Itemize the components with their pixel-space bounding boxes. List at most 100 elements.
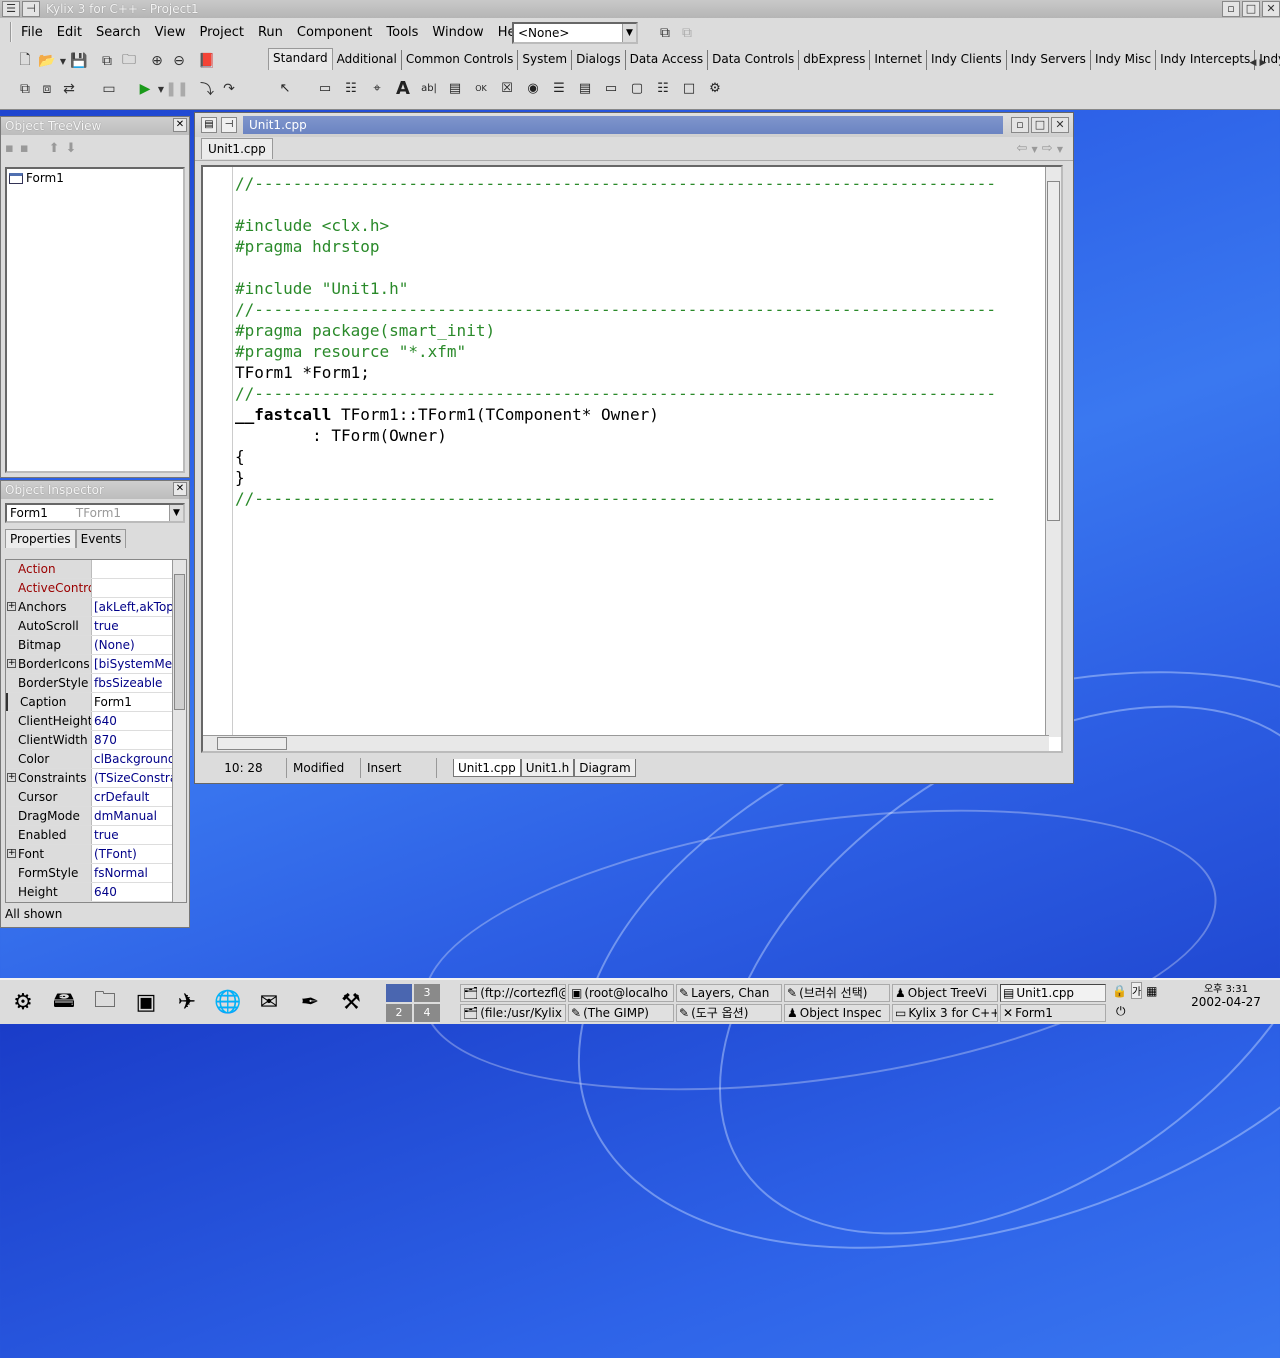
pause-icon[interactable]: ❚❚ (165, 78, 188, 100)
ide-titlebar[interactable]: ☰ ⊣ Kylix 3 for C++ - Project1 ▫ □ ✕ (0, 0, 1280, 18)
task-button[interactable]: ▤ Unit1.cpp (1000, 984, 1106, 1002)
label-icon[interactable]: A (390, 77, 416, 99)
expand-icon[interactable]: + (7, 849, 16, 858)
pager-desktop-3[interactable]: 3 (414, 984, 440, 1002)
code-line[interactable]: #pragma hdrstop (235, 236, 996, 257)
property-row[interactable]: DragMode dmManual (6, 807, 186, 826)
task-button[interactable]: ✕ Form1 (1000, 1004, 1106, 1022)
step-over-icon[interactable]: ↷ (218, 78, 240, 100)
tab-unit1-h[interactable]: Unit1.h (520, 759, 575, 777)
settings-icon[interactable]: ⚒ (334, 984, 368, 1020)
code-horizontal-scrollbar[interactable] (203, 735, 1049, 751)
browser-icon[interactable]: 🌐 (211, 984, 245, 1020)
pointer-icon[interactable]: ↖ (272, 77, 298, 99)
lock-icon[interactable]: 🔒 (1112, 984, 1127, 998)
task-button[interactable]: ▣ (root@localho (568, 984, 674, 1002)
pager-desktop-4[interactable]: 4 (414, 1004, 440, 1022)
menu-tools[interactable]: Tools (379, 25, 425, 40)
popupmenu-icon[interactable]: ⌖ (364, 77, 390, 99)
pager-desktop-1[interactable] (386, 984, 412, 1002)
expand-icon[interactable]: + (7, 659, 16, 668)
back-icon[interactable]: ⇦ (1016, 141, 1027, 156)
property-row[interactable]: + Anchors [akLeft,akTop] (6, 598, 186, 617)
code-line[interactable]: __fastcall TForm1::TForm1(TComponent* Ow… (235, 404, 996, 425)
code-line[interactable]: : TForm(Owner) (235, 425, 996, 446)
toggle-form-unit-icon[interactable]: ⇄ (58, 78, 80, 100)
menu-project[interactable]: Project (192, 25, 250, 40)
maximize-button[interactable]: □ (1031, 117, 1049, 133)
treeview-titlebar[interactable]: Object TreeView ✕ (1, 117, 189, 135)
code-line[interactable] (235, 257, 996, 278)
checkbox-icon[interactable]: ☒ (494, 77, 520, 99)
scroll-left-icon[interactable]: ◀ (1248, 52, 1258, 74)
code-line[interactable]: //--------------------------------------… (235, 173, 996, 194)
window-menu-icon[interactable]: ☰ (2, 1, 20, 17)
menu-component[interactable]: Component (290, 25, 379, 40)
desktop-config-combo[interactable]: <None> ▼ (512, 22, 638, 44)
palette-tab-indy-servers[interactable]: Indy Servers (1007, 50, 1091, 70)
palette-tab-indy-clients[interactable]: Indy Clients (927, 50, 1007, 70)
move-down-icon[interactable]: ⬇ (66, 141, 77, 156)
view-form-icon[interactable]: ⧈ (36, 78, 58, 100)
property-row[interactable]: Color clBackground (6, 750, 186, 769)
property-row[interactable]: BorderStyle fbsSizeable (6, 674, 186, 693)
menu-run[interactable]: Run (251, 25, 290, 40)
desktop-icon[interactable]: 🖴 (47, 984, 81, 1020)
minimize-button[interactable]: ▫ (1222, 1, 1240, 17)
close-button[interactable]: ✕ (1262, 1, 1280, 17)
task-button[interactable]: ♟ Object TreeVi (892, 984, 998, 1002)
task-button[interactable]: ✎ Layers, Chan (676, 984, 782, 1002)
tab-unit1-cpp-bottom[interactable]: Unit1.cpp (453, 759, 521, 777)
open-project-icon[interactable]: 🗀 (118, 50, 140, 72)
code-lines[interactable]: //--------------------------------------… (235, 173, 996, 509)
property-row[interactable]: + Font (TFont) (6, 845, 186, 864)
expand-icon[interactable]: + (7, 773, 16, 782)
home-folder-icon[interactable]: 🗀 (88, 984, 122, 1020)
code-line[interactable]: { (235, 446, 996, 467)
property-row[interactable]: Bitmap (None) (6, 636, 186, 655)
task-button[interactable]: ✎ (브러쉬 선택) (784, 984, 890, 1002)
input-method-icon[interactable]: 가 (1130, 982, 1143, 999)
terminal-icon[interactable]: ▣ (129, 984, 163, 1020)
tree-node-form1[interactable]: Form1 (9, 171, 181, 185)
menu-view[interactable]: View (148, 25, 193, 40)
task-button[interactable]: ▭ Kylix 3 for C++ (892, 1004, 998, 1022)
panel-icon[interactable]: □ (676, 77, 702, 99)
scroll-thumb[interactable] (217, 737, 287, 750)
code-line[interactable]: //--------------------------------------… (235, 299, 996, 320)
combobox-icon[interactable]: ▤ (572, 77, 598, 99)
property-grid-scrollbar[interactable] (172, 560, 186, 902)
actionlist-icon[interactable]: ⚙ (702, 77, 728, 99)
property-row[interactable]: FormStyle fsNormal (6, 864, 186, 883)
frames-icon[interactable]: ▭ (312, 77, 338, 99)
chevron-down-icon[interactable]: ▼ (58, 50, 68, 72)
property-row[interactable]: Caption Form1 (6, 693, 186, 712)
close-icon[interactable]: ✕ (173, 482, 187, 496)
palette-tab-indy-misc[interactable]: Indy Misc (1091, 50, 1157, 70)
radiobutton-icon[interactable]: ◉ (520, 77, 546, 99)
task-button[interactable]: 🗂 (file:/usr/Kylix (460, 1004, 566, 1022)
palette-tab-system[interactable]: System (518, 50, 573, 70)
code-area[interactable]: //--------------------------------------… (201, 165, 1063, 753)
office-icon[interactable]: ✉ (252, 984, 286, 1020)
task-button[interactable]: ♟ Object Inspec (784, 1004, 890, 1022)
clipboard-icon[interactable]: ▦ (1146, 984, 1157, 998)
code-vertical-scrollbar[interactable] (1045, 167, 1061, 737)
property-row[interactable]: Enabled true (6, 826, 186, 845)
object-selector[interactable]: Form1 TForm1 ▼ (5, 503, 185, 523)
tab-events[interactable]: Events (75, 529, 127, 548)
palette-tab-data-controls[interactable]: Data Controls (708, 50, 800, 70)
task-button[interactable]: ✎ (The GIMP) (568, 1004, 674, 1022)
property-row[interactable]: ClientWidth 870 (6, 731, 186, 750)
forward-icon[interactable]: ⇨ (1042, 141, 1053, 156)
maximize-button[interactable]: □ (1242, 1, 1260, 17)
unit-icon[interactable]: ▤ (201, 117, 217, 133)
palette-tab-additional[interactable]: Additional (333, 50, 402, 70)
menu-edit[interactable]: Edit (50, 25, 89, 40)
property-row[interactable]: AutoScroll true (6, 617, 186, 636)
property-row[interactable]: Cursor crDefault (6, 788, 186, 807)
palette-tab-internet[interactable]: Internet (870, 50, 927, 70)
property-row[interactable]: Height 640 (6, 883, 186, 902)
trace-into-icon[interactable]: ⤵ (196, 78, 218, 100)
edit-icon[interactable]: ab| (416, 77, 442, 99)
